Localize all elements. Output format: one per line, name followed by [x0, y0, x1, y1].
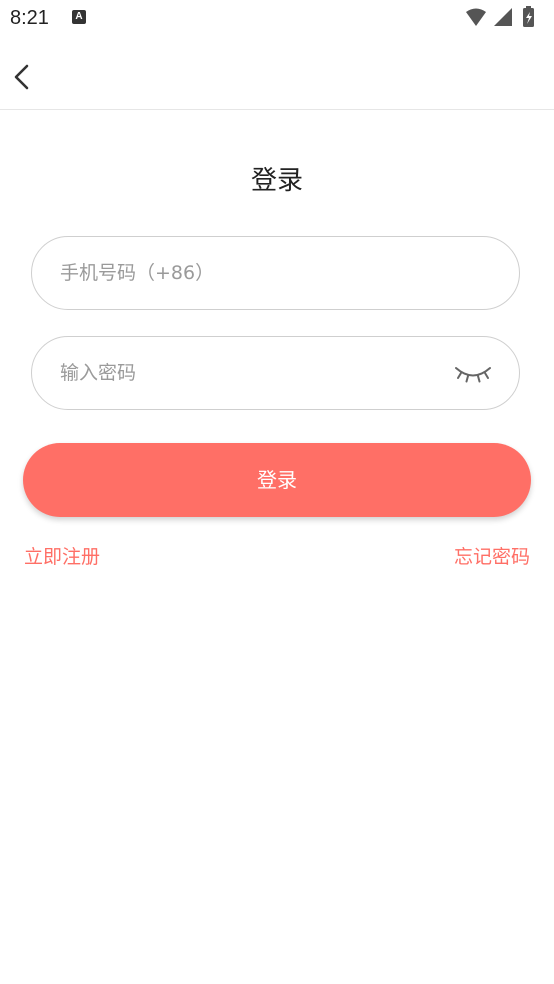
notification-app-icon: A: [72, 10, 86, 24]
register-link[interactable]: 立即注册: [24, 542, 100, 569]
back-button[interactable]: [8, 62, 38, 92]
forgot-password-link[interactable]: 忘记密码: [454, 542, 530, 569]
wifi-icon: [466, 8, 486, 26]
phone-field: [31, 236, 520, 310]
password-input[interactable]: [60, 337, 440, 409]
password-visibility-toggle[interactable]: [453, 363, 493, 387]
chevron-left-icon: [14, 64, 29, 90]
nav-bar: [0, 40, 554, 110]
page-title: 登录: [250, 166, 303, 196]
login-button[interactable]: 登录: [23, 443, 531, 517]
status-time: 8:21: [10, 7, 49, 29]
battery-icon: [523, 6, 534, 27]
status-bar: 8:21 A: [0, 0, 554, 40]
phone-input[interactable]: [60, 237, 440, 309]
signal-icon: [494, 8, 512, 26]
password-field: [31, 336, 520, 410]
status-icons: [464, 6, 544, 30]
eye-closed-icon: [455, 367, 491, 383]
